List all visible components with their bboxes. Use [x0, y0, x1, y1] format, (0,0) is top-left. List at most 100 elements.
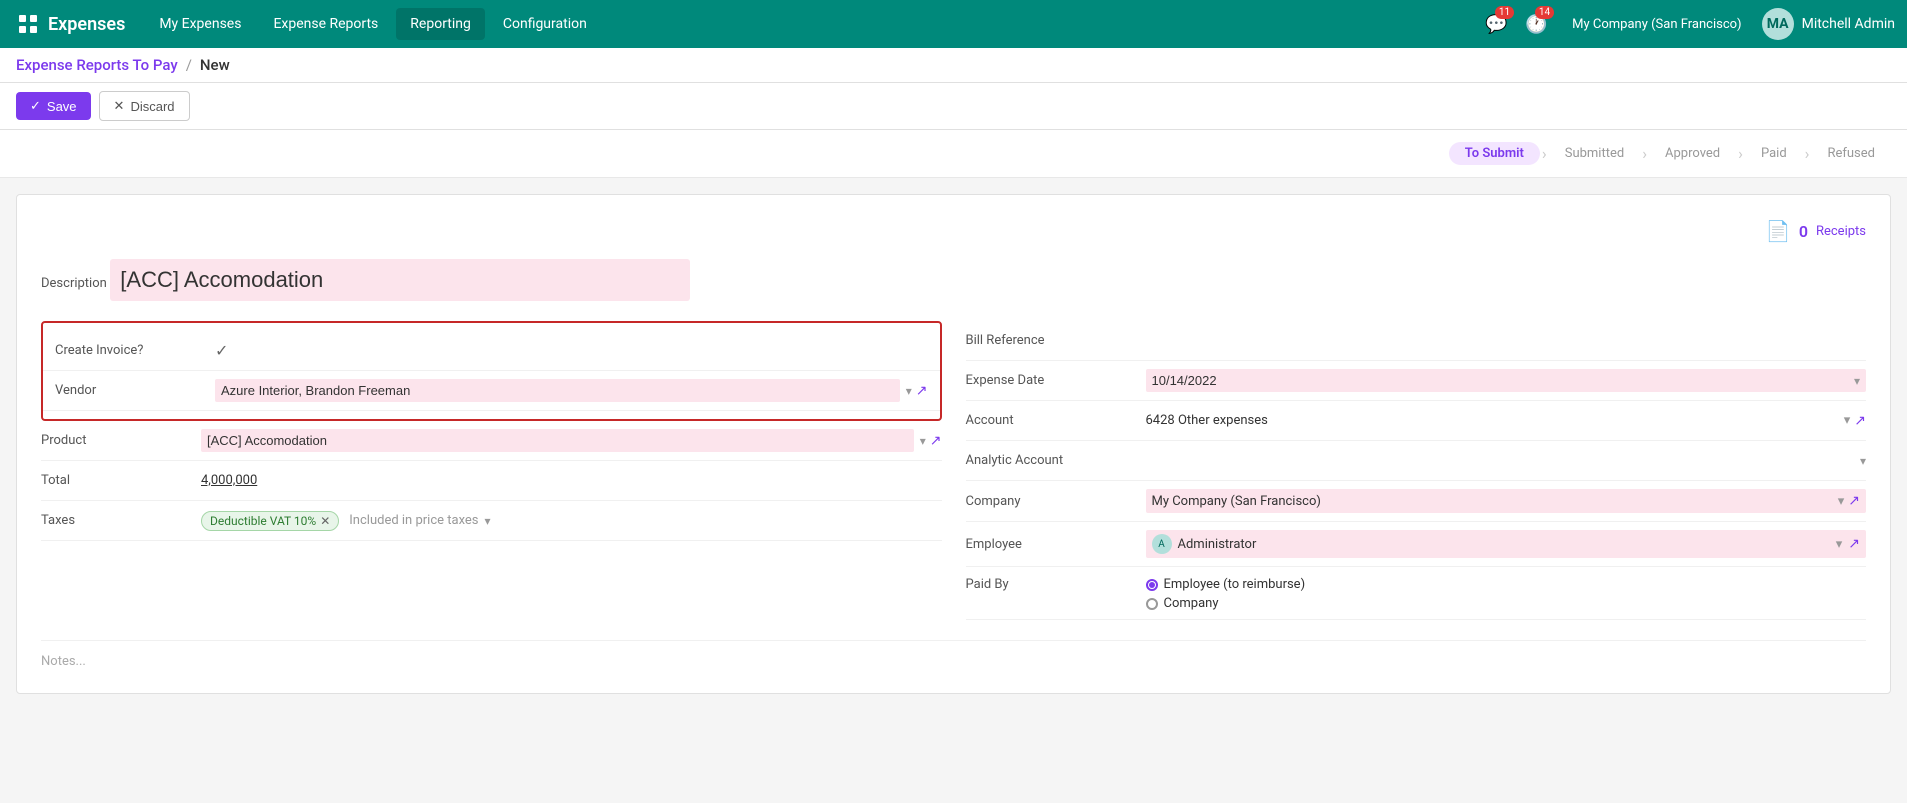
- create-invoice-value[interactable]: ✓: [215, 341, 928, 360]
- notes-placeholder[interactable]: Notes...: [41, 654, 86, 669]
- description-label: Description: [41, 276, 107, 291]
- paid-by-employee-option[interactable]: Employee (to reimburse): [1146, 577, 1306, 592]
- save-button[interactable]: ✓ Save: [16, 92, 91, 120]
- notifications-icon[interactable]: 💬 11: [1480, 8, 1512, 40]
- form-grid: Create Invoice? ✓ Vendor ▾ ↗: [41, 321, 1866, 620]
- vendor-select-wrapper: ▾ ↗: [215, 379, 928, 402]
- company-external-link-icon[interactable]: ↗: [1848, 493, 1860, 509]
- company-name: My Company (San Francisco): [1572, 17, 1741, 32]
- expense-date-row: Expense Date ▾: [966, 361, 1867, 401]
- save-label: Save: [47, 99, 77, 114]
- employee-row: Employee A Administrator ▾ ↗: [966, 522, 1867, 567]
- user-name: Mitchell Admin: [1802, 16, 1895, 32]
- employee-value: A Administrator ▾ ↗: [1146, 530, 1867, 558]
- account-label: Account: [966, 413, 1146, 428]
- activities-badge: 14: [1535, 6, 1554, 19]
- action-bar: ✓ Save ✕ Discard: [0, 83, 1907, 130]
- paid-by-company-option[interactable]: Company: [1146, 596, 1306, 611]
- vendor-input[interactable]: [215, 379, 900, 402]
- form-card: 📄 0 Receipts Description Create Invoice?…: [16, 194, 1891, 694]
- account-external-link-icon[interactable]: ↗: [1854, 413, 1866, 429]
- company-row: Company My Company (San Francisco) ▾ ↗: [966, 481, 1867, 522]
- employee-text: Administrator: [1178, 537, 1830, 552]
- status-refused[interactable]: Refused: [1811, 142, 1891, 165]
- product-select-wrapper: ▾ ↗: [201, 429, 942, 452]
- nav-configuration[interactable]: Configuration: [489, 8, 601, 40]
- invoice-vendor-section: Create Invoice? ✓ Vendor ▾ ↗: [41, 321, 942, 421]
- product-label: Product: [41, 433, 201, 448]
- nav-my-expenses[interactable]: My Expenses: [145, 8, 255, 40]
- bill-reference-input[interactable]: [1146, 333, 1867, 348]
- notes-area: Notes...: [41, 640, 1866, 669]
- bill-reference-label: Bill Reference: [966, 333, 1146, 348]
- expense-date-dropdown-arrow: ▾: [1854, 374, 1860, 388]
- nav-reporting[interactable]: Reporting: [396, 8, 485, 40]
- main-content: 📄 0 Receipts Description Create Invoice?…: [0, 178, 1907, 710]
- taxes-label: Taxes: [41, 513, 201, 528]
- expense-date-label: Expense Date: [966, 373, 1146, 388]
- create-invoice-checkbox[interactable]: ✓: [215, 341, 228, 360]
- analytic-account-input[interactable]: [1146, 453, 1854, 468]
- expense-date-value: ▾: [1146, 369, 1867, 392]
- company-value: My Company (San Francisco) ▾ ↗: [1146, 489, 1867, 513]
- taxes-row: Taxes Deductible VAT 10% ✕ Included in p…: [41, 501, 942, 541]
- top-navigation: Expenses My Expenses Expense Reports Rep…: [0, 0, 1907, 48]
- product-row: Product ▾ ↗: [41, 421, 942, 461]
- tax-remove-icon[interactable]: ✕: [320, 514, 330, 528]
- notifications-badge: 11: [1495, 6, 1514, 19]
- breadcrumb-current: New: [200, 56, 230, 74]
- status-paid[interactable]: Paid: [1745, 142, 1803, 165]
- total-label: Total: [41, 473, 201, 488]
- status-to-submit[interactable]: To Submit: [1449, 142, 1540, 165]
- paid-by-company-label: Company: [1164, 596, 1219, 611]
- vendor-external-link-icon[interactable]: ↗: [916, 383, 928, 399]
- save-check-icon: ✓: [30, 98, 41, 114]
- create-invoice-row: Create Invoice? ✓: [43, 331, 940, 371]
- account-value: 6428 Other expenses ▾ ↗: [1146, 413, 1867, 429]
- account-text: 6428 Other expenses: [1146, 413, 1268, 428]
- account-row: Account 6428 Other expenses ▾ ↗: [966, 401, 1867, 441]
- employee-external-link-icon[interactable]: ↗: [1848, 536, 1860, 552]
- analytic-account-value: ▾: [1146, 453, 1867, 468]
- user-menu[interactable]: MA Mitchell Admin: [1762, 8, 1895, 40]
- form-left: Create Invoice? ✓ Vendor ▾ ↗: [41, 321, 942, 620]
- paid-by-employee-radio[interactable]: [1146, 579, 1158, 591]
- total-value-wrapper: 4,000,000: [201, 473, 942, 488]
- receipts-label: Receipts: [1816, 224, 1866, 239]
- receipts-area: 📄 0 Receipts: [41, 219, 1866, 243]
- status-approved[interactable]: Approved: [1649, 142, 1736, 165]
- taxes-dropdown-arrow: ▾: [485, 514, 491, 528]
- nav-expense-reports[interactable]: Expense Reports: [259, 8, 392, 40]
- activities-icon[interactable]: 🕐 14: [1520, 8, 1552, 40]
- vendor-row: Vendor ▾ ↗: [43, 371, 940, 411]
- employee-label: Employee: [966, 537, 1146, 552]
- total-row: Total 4,000,000: [41, 461, 942, 501]
- discard-x-icon: ✕: [114, 98, 125, 114]
- total-value: 4,000,000: [201, 473, 257, 488]
- discard-label: Discard: [130, 99, 174, 114]
- product-input[interactable]: [201, 429, 914, 452]
- create-invoice-label: Create Invoice?: [55, 343, 215, 358]
- nav-icons-group: 💬 11 🕐 14 My Company (San Francisco) MA …: [1480, 8, 1895, 40]
- paid-by-company-radio[interactable]: [1146, 598, 1158, 610]
- vendor-label: Vendor: [55, 383, 215, 398]
- discard-button[interactable]: ✕ Discard: [99, 91, 190, 121]
- paid-by-options: Employee (to reimburse) Company: [1146, 577, 1306, 611]
- receipts-button[interactable]: 📄 0 Receipts: [1766, 219, 1866, 243]
- product-external-link-icon[interactable]: ↗: [930, 433, 942, 449]
- company-text: My Company (San Francisco): [1152, 494, 1834, 509]
- product-dropdown-arrow: ▾: [920, 434, 926, 448]
- app-grid-icon[interactable]: [12, 8, 44, 40]
- company-label: Company: [966, 494, 1146, 509]
- expense-date-input[interactable]: [1152, 373, 1848, 388]
- description-input[interactable]: [110, 259, 690, 301]
- vendor-dropdown-arrow: ▾: [906, 384, 912, 398]
- analytic-account-dropdown-arrow: ▾: [1860, 454, 1866, 468]
- breadcrumb-parent[interactable]: Expense Reports To Pay: [16, 56, 178, 74]
- status-submitted[interactable]: Submitted: [1549, 142, 1640, 165]
- tax-tag-label: Deductible VAT 10%: [210, 514, 316, 528]
- taxes-value-wrapper: Deductible VAT 10% ✕ Included in price t…: [201, 511, 942, 531]
- tax-tag[interactable]: Deductible VAT 10% ✕: [201, 511, 339, 531]
- form-right: Bill Reference Expense Date ▾ Account: [966, 321, 1867, 620]
- paid-by-employee-label: Employee (to reimburse): [1164, 577, 1306, 592]
